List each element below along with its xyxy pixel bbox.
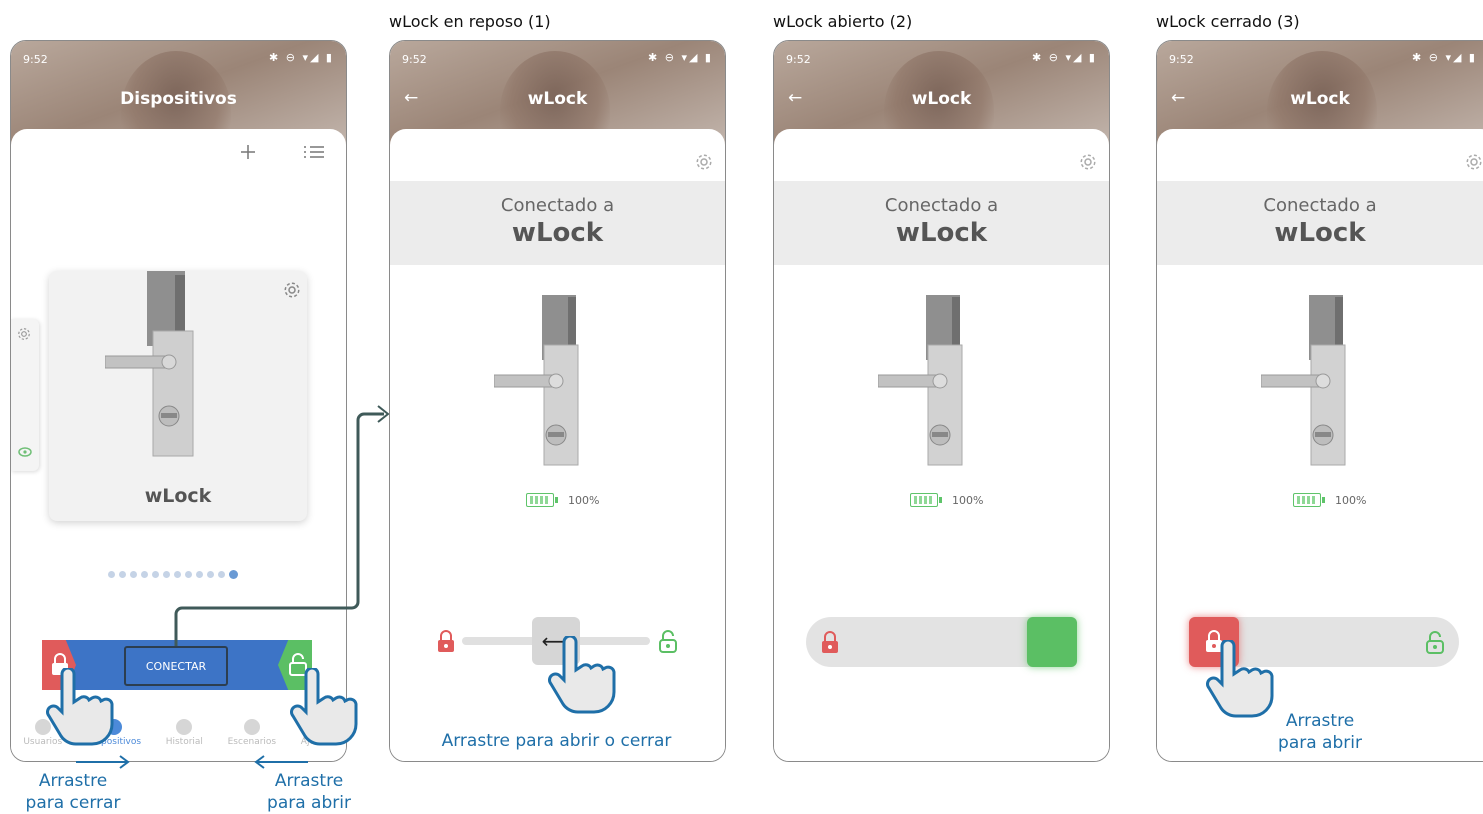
caption-abierto: wLock abierto (2): [773, 12, 913, 31]
lock-image: [494, 295, 579, 466]
page-title: wLock: [911, 89, 972, 109]
lock-closed-icon[interactable]: [436, 629, 456, 653]
gear-icon[interactable]: [1079, 153, 1097, 171]
scenes-icon: [243, 719, 260, 735]
content-sheet: Conectado a wLock 100%: [774, 129, 1109, 761]
caption-reposo: wLock en reposo (1): [389, 12, 551, 31]
page-dot[interactable]: [108, 571, 115, 578]
page-title: Dispositivos: [120, 89, 237, 109]
lock-image: [1261, 295, 1346, 466]
caption-cerrado: wLock cerrado (3): [1156, 12, 1300, 31]
battery-icon: [1293, 493, 1325, 507]
connection-banner: Conectado a wLock: [774, 181, 1109, 265]
page-dot[interactable]: [119, 571, 126, 578]
page-dot[interactable]: [163, 571, 170, 578]
tab-label: Historial: [165, 737, 203, 747]
connection-banner: Conectado a wLock: [1157, 181, 1483, 265]
eye-icon: [18, 447, 32, 457]
gear-icon: [18, 328, 30, 340]
battery-indicator: 100%: [526, 493, 599, 507]
hand-pointer-icon: [548, 636, 616, 714]
list-icon[interactable]: [303, 143, 325, 161]
hand-pointer-icon: [290, 668, 358, 746]
battery-level: 100%: [568, 493, 600, 507]
status-icons: ✱ ⊖ ▾◢ ▮: [269, 51, 334, 64]
battery-indicator: 100%: [1293, 493, 1366, 507]
arrow-right-icon: [76, 755, 130, 769]
connected-label: Conectado a: [500, 195, 615, 216]
hand-pointer-icon: [1206, 640, 1274, 718]
tab-escenarios[interactable]: Escenarios: [228, 719, 276, 747]
page-title: wLock: [1290, 89, 1350, 109]
gear-icon[interactable]: [695, 153, 713, 171]
drag-hint: Arrastre para abrir o cerrar: [441, 731, 672, 751]
lock-closed-icon: [822, 631, 838, 653]
history-icon: [176, 719, 193, 735]
page-dot[interactable]: [152, 571, 159, 578]
status-time: 9:52: [1169, 53, 1194, 66]
arrow-left-icon: [254, 755, 308, 769]
battery-level: 100%: [952, 493, 984, 507]
battery-icon: [526, 493, 558, 507]
lock-open-icon: [1426, 631, 1444, 654]
lock-image: [878, 295, 963, 466]
lock-slider-track[interactable]: [806, 617, 1077, 667]
status-time: 9:52: [23, 53, 48, 66]
annotation-close: Arrastre para cerrar: [25, 771, 121, 813]
phone-abierto: 9:52 ✱ ⊖ ▾◢ ▮ ← wLock Conectado a wLock …: [773, 40, 1110, 762]
connected-label: Conectado a: [1263, 195, 1377, 216]
page-dot[interactable]: [141, 571, 148, 578]
battery-icon: [910, 493, 942, 507]
annotation-open: Arrastre para abrir: [267, 771, 351, 813]
connect-button[interactable]: CONECTAR: [124, 646, 228, 686]
drag-hint-open: Arrastre para abrir: [1278, 711, 1362, 753]
connection-banner: Conectado a wLock: [390, 181, 725, 265]
connected-label: Conectado a: [884, 195, 999, 216]
status-icons: ✱ ⊖ ▾◢ ▮: [648, 51, 713, 64]
connected-device-name: wLock: [511, 218, 604, 248]
status-time: 9:52: [402, 53, 427, 66]
flow-connector: [174, 405, 390, 646]
battery-level: 100%: [1335, 493, 1367, 507]
gear-icon[interactable]: [283, 281, 301, 299]
tab-historial[interactable]: Historial: [166, 719, 203, 747]
hand-pointer-icon: [46, 668, 114, 746]
slider-handle-open[interactable]: [1027, 617, 1077, 667]
connected-device-name: wLock: [1274, 218, 1366, 248]
status-icons: ✱ ⊖ ▾◢ ▮: [1032, 51, 1097, 64]
status-time: 9:52: [786, 53, 811, 66]
lock-open-icon[interactable]: [658, 629, 678, 653]
page-title: wLock: [527, 89, 588, 109]
battery-indicator: 100%: [910, 493, 983, 507]
gear-icon[interactable]: [1465, 153, 1483, 171]
plus-icon[interactable]: [239, 143, 257, 161]
status-icons: ✱ ⊖ ▾◢ ▮: [1412, 51, 1477, 64]
tab-label: Escenarios: [227, 737, 277, 747]
prev-card-peek[interactable]: [11, 319, 39, 471]
connected-device-name: wLock: [895, 218, 988, 248]
page-dot[interactable]: [130, 571, 137, 578]
